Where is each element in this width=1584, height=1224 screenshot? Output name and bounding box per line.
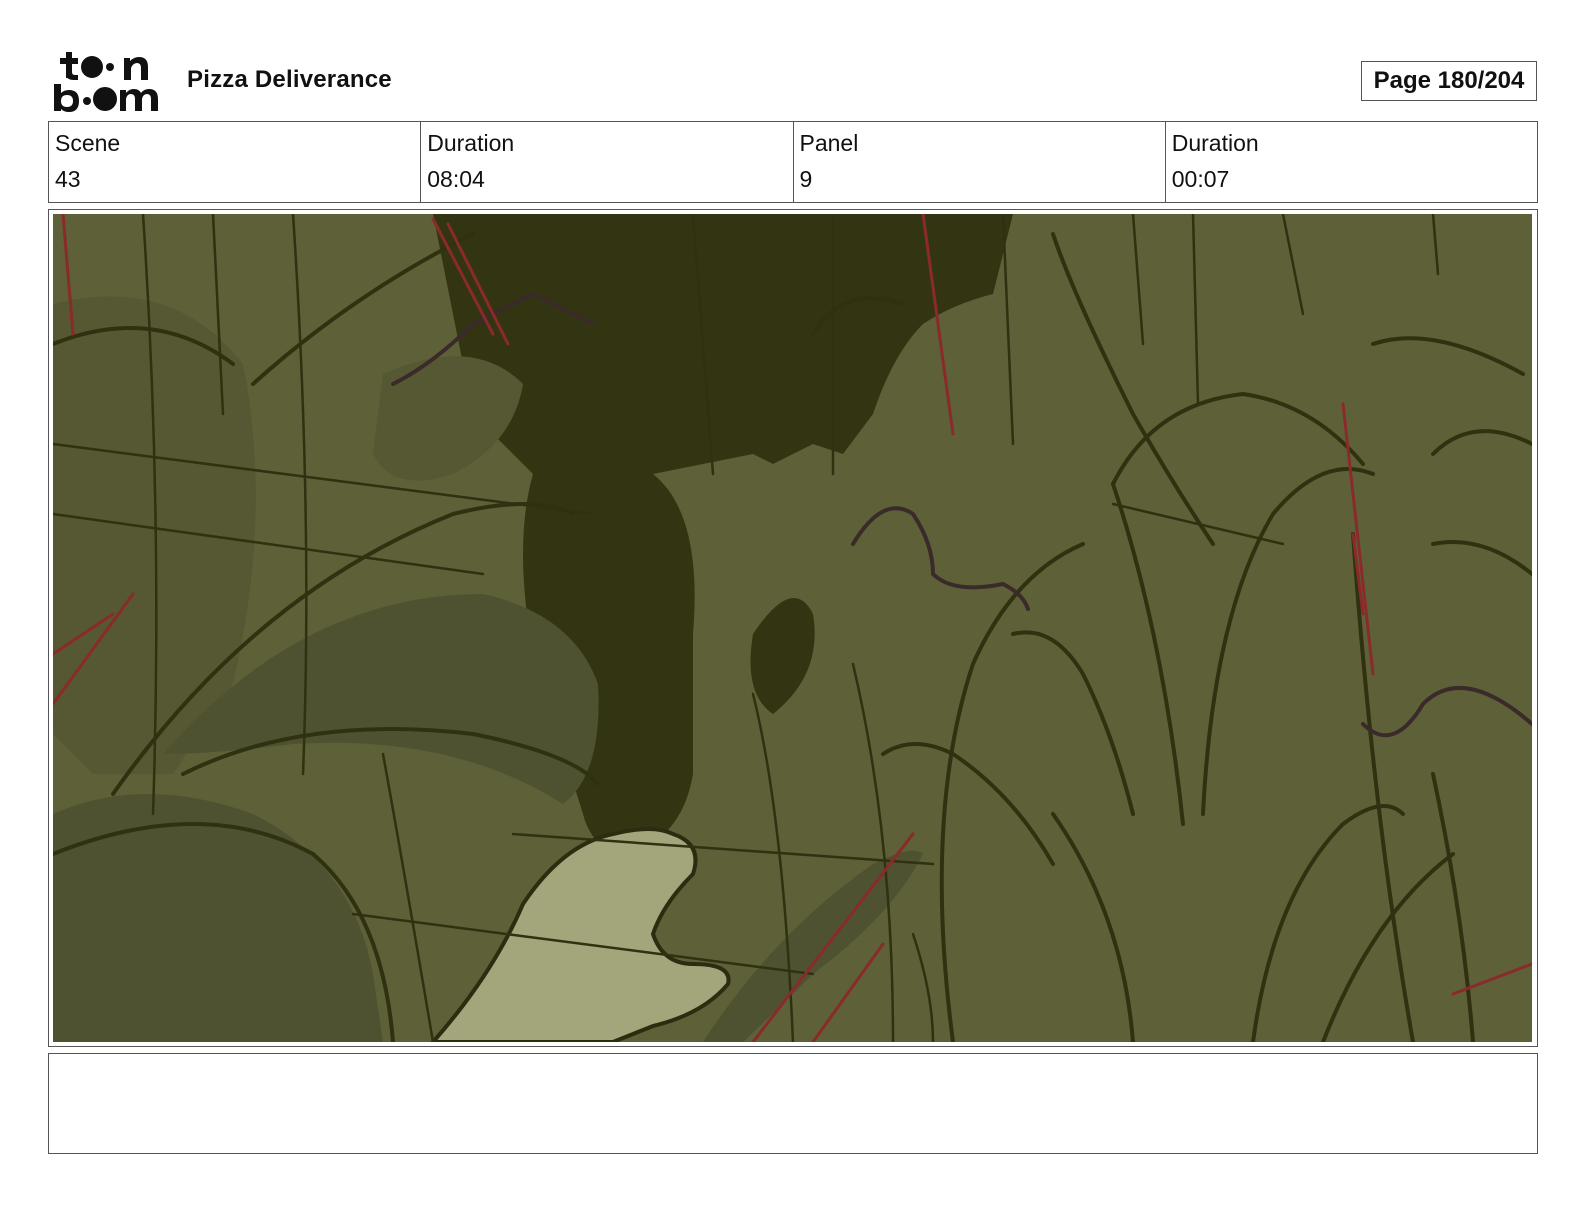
scene-duration-cell: Duration 08:04: [420, 122, 792, 202]
scene-duration-label: Duration: [427, 130, 515, 156]
toonboom-logo: [54, 52, 158, 112]
scene-duration-value: 08:04: [427, 166, 485, 192]
scene-label: Scene: [55, 130, 121, 156]
panel-duration-value: 00:07: [1171, 166, 1230, 192]
panel-frame: [48, 209, 1538, 1047]
panel-duration-label: Duration: [1171, 130, 1259, 156]
project-title: Pizza Deliverance: [187, 66, 392, 93]
panel-value: 9: [799, 166, 813, 192]
panel-notes: [48, 1053, 1538, 1154]
scene-value: 43: [55, 166, 81, 192]
scene-info-table: Scene 43 Duration 08:04 Panel 9 Duration…: [48, 121, 1538, 203]
scene-cell: Scene 43: [49, 122, 420, 202]
panel-label: Panel: [799, 130, 859, 156]
panel-duration-cell: Duration 00:07: [1164, 122, 1537, 202]
panel-cell: Panel 9: [792, 122, 1165, 202]
panel-drawing: [53, 214, 1532, 1042]
page-number: Page 180/204: [1361, 61, 1537, 101]
